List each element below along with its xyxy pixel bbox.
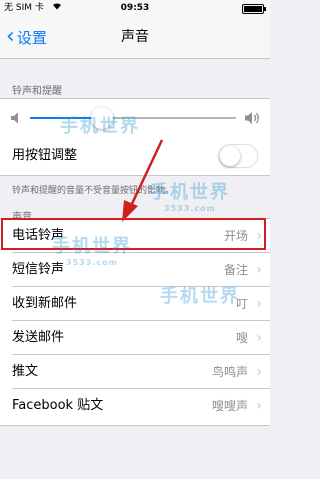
sound-row-label: Facebook 贴文 bbox=[12, 398, 104, 413]
chevron-right-icon: › bbox=[256, 262, 262, 278]
sound-row-sent-mail[interactable]: 发送邮件 嗖 › bbox=[0, 321, 270, 355]
chevron-right-icon: › bbox=[256, 330, 262, 346]
sound-row-label: 发送邮件 bbox=[12, 330, 65, 345]
sound-row-tweet[interactable]: 推文 鸟鸣声 › bbox=[0, 355, 270, 389]
speaker-low-icon bbox=[11, 112, 18, 124]
battery-icon bbox=[242, 4, 266, 14]
sound-row-label: 推文 bbox=[12, 364, 39, 379]
navigation-bar: ‹ 设置 声音 bbox=[0, 16, 270, 59]
sound-row-value: 鸟鸣声 bbox=[211, 365, 248, 379]
chevron-right-icon: › bbox=[256, 296, 262, 312]
watermark-site: 3533.com bbox=[164, 204, 216, 213]
watermark: 手机世界 3533.com bbox=[52, 232, 132, 267]
sound-row-value: 嗖 bbox=[235, 331, 248, 345]
ringer-section-header: 铃声和提醒 bbox=[12, 86, 62, 97]
page-title: 声音 bbox=[121, 29, 149, 45]
watermark: 手机世界 bbox=[160, 282, 240, 308]
watermark-brand: 手机世界 bbox=[160, 286, 240, 307]
adjust-with-buttons-toggle[interactable] bbox=[218, 144, 258, 168]
sound-row-facebook-post[interactable]: Facebook 贴文 嗖嗖声 › bbox=[0, 389, 270, 423]
chevron-right-icon: › bbox=[256, 364, 262, 380]
status-bar: 无 SIM 卡 09:53 bbox=[0, 0, 270, 16]
watermark: 手机世界 3533.com bbox=[150, 178, 230, 213]
watermark-brand: 手机世界 bbox=[60, 116, 140, 137]
watermark-brand: 手机世界 bbox=[52, 236, 132, 257]
watermark-brand: 手机世界 bbox=[150, 182, 230, 203]
speaker-high-icon bbox=[245, 112, 259, 124]
watermark: 手机世界 bbox=[60, 112, 140, 138]
chevron-right-icon: › bbox=[256, 398, 262, 414]
adjust-with-buttons-label: 用按钮调整 bbox=[12, 148, 78, 163]
watermark-site: 3533.com bbox=[66, 258, 118, 267]
status-time: 09:53 bbox=[120, 3, 150, 13]
sound-row-value: 嗖嗖声 bbox=[211, 399, 248, 413]
sound-row-label: 收到新邮件 bbox=[12, 296, 78, 311]
